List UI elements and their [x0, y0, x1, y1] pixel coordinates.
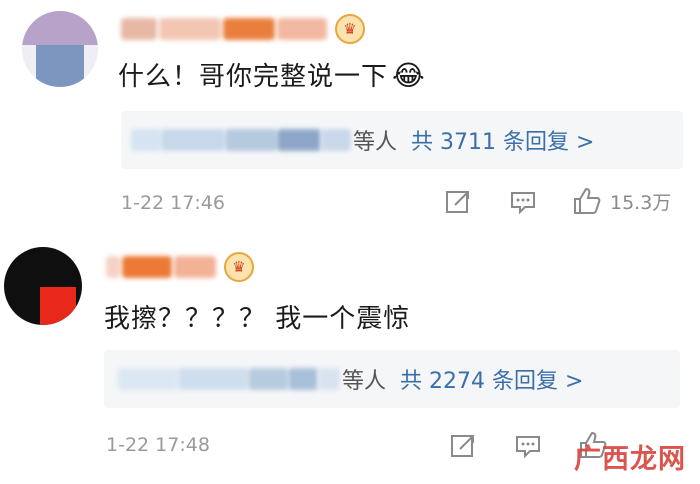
reply-summary[interactable]: 等人 共 3711 条回复 > — [121, 111, 683, 169]
reply-summary-label: 等人 — [353, 130, 398, 155]
crown-badge-icon: ♛ — [335, 14, 365, 44]
timestamp: 1-22 17:46 — [121, 192, 225, 214]
reply-count-link[interactable]: 共 2274 条回复 > — [400, 363, 583, 395]
reply-summary[interactable]: 等人 共 2274 条回复 > — [104, 350, 680, 408]
like-count: 15.3万 — [610, 191, 672, 214]
username-blurred[interactable]: ♛ — [121, 14, 365, 44]
thumbs-up-icon[interactable] — [572, 186, 602, 216]
reply-summary-label: 等人 — [342, 369, 387, 394]
comment-icon[interactable] — [514, 432, 542, 460]
comment-text: 我擦？？？？ 我一个震惊 — [104, 304, 411, 334]
avatar[interactable] — [22, 11, 98, 87]
comment-icon[interactable] — [509, 188, 537, 216]
timestamp: 1-22 17:48 — [106, 434, 210, 456]
share-icon[interactable] — [449, 432, 477, 460]
avatar[interactable] — [4, 247, 82, 325]
crown-badge-icon: ♛ — [224, 252, 254, 282]
username-blurred[interactable]: ♛ — [106, 252, 254, 282]
watermark: 广西龙网 — [574, 444, 686, 475]
comment-text: 什么！哥你完整说一下 😂 — [118, 59, 426, 92]
reply-count-link[interactable]: 共 3711 条回复 > — [411, 124, 594, 156]
share-icon[interactable] — [444, 188, 472, 216]
